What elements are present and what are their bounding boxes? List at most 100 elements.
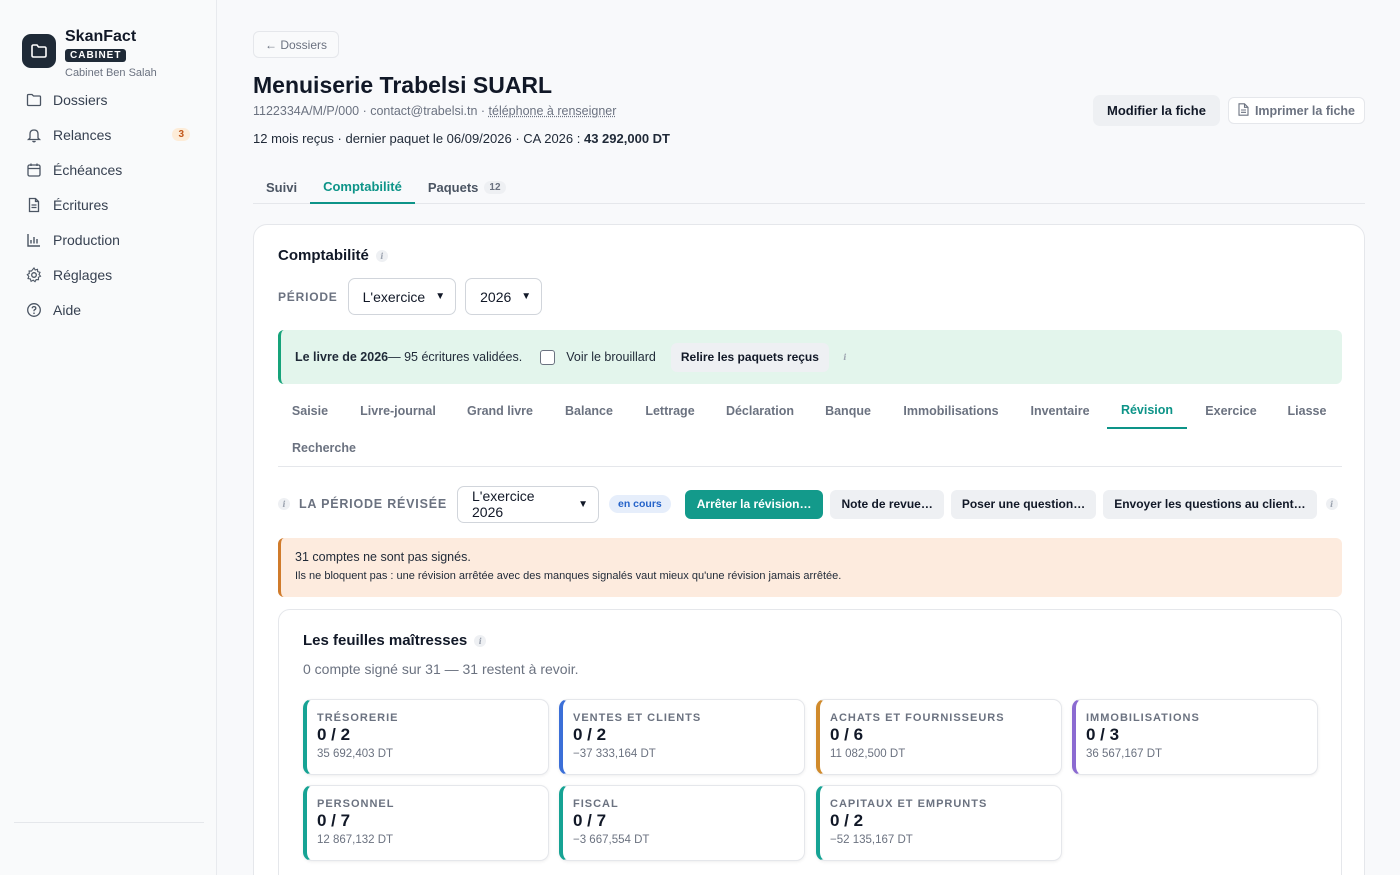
subtab-liasse[interactable]: Liasse xyxy=(1276,393,1338,429)
sidebar-item-label: Échéances xyxy=(53,162,122,178)
info-icon[interactable]: i xyxy=(278,498,290,510)
draft-checkbox-label[interactable]: Voir le brouillard xyxy=(566,350,656,364)
bell-icon xyxy=(25,126,43,144)
client-phone-link[interactable]: téléphone à renseigner xyxy=(489,104,617,118)
sidebar-item-aide[interactable]: Aide xyxy=(12,292,204,327)
summary-text: 12 mois reçus · dernier paquet le 06/09/… xyxy=(253,131,584,146)
account-card-capitaux-emprunts[interactable]: CAPITAUX ET EMPRUNTS 0 / 2 −52 135,167 D… xyxy=(816,785,1062,861)
chevron-down-icon: ▼ xyxy=(435,291,445,302)
revised-period-value: L'exercice 2026 xyxy=(472,488,568,520)
subtab-lettrage[interactable]: Lettrage xyxy=(633,393,707,429)
account-card-tresorerie[interactable]: TRÉSORERIE 0 / 2 35 692,403 DT xyxy=(303,699,549,775)
account-card-amount: 11 082,500 DT xyxy=(830,748,1051,760)
tab-label: Paquets xyxy=(428,180,479,195)
period-select[interactable]: L'exercice ▼ xyxy=(348,278,457,315)
warning-line-2: Ils ne bloquent pas : une révision arrêt… xyxy=(295,570,1328,582)
period-select-value: L'exercice xyxy=(363,289,426,305)
account-card-count: 0 / 6 xyxy=(830,725,1051,745)
comptabilite-card: Comptabilité i PÉRIODE L'exercice ▼ 2026 ▼… xyxy=(253,224,1365,875)
sidebar-item-label: Réglages xyxy=(53,267,112,283)
subtab-balance[interactable]: Balance xyxy=(553,393,625,429)
account-card-count: 0 / 7 xyxy=(317,811,538,831)
sidebar-item-label: Aide xyxy=(53,302,81,318)
banner-bold-text: Le livre de 2026 xyxy=(295,350,388,364)
main-tabs: Suivi Comptabilité Paquets 12 xyxy=(253,170,1365,204)
master-sheets-subtitle: 0 compte signé sur 31 — 31 restent à rev… xyxy=(303,661,578,677)
brand-name: SkanFact xyxy=(65,28,157,45)
account-card-fiscal[interactable]: FISCAL 0 / 7 −3 667,554 DT xyxy=(559,785,805,861)
send-questions-button[interactable]: Envoyer les questions au client… xyxy=(1103,490,1316,519)
subtab-saisie[interactable]: Saisie xyxy=(278,393,342,429)
tab-comptabilite[interactable]: Comptabilité xyxy=(310,170,415,204)
revised-period-select[interactable]: L'exercice 2026 ▼ xyxy=(457,486,599,523)
revision-toolbar: i LA PÉRIODE RÉVISÉE L'exercice 2026 ▼ en… xyxy=(278,485,1338,523)
client-email[interactable]: contact@trabelsi.tn xyxy=(370,104,477,118)
subtab-livre-journal[interactable]: Livre-journal xyxy=(348,393,448,429)
info-icon[interactable]: i xyxy=(1326,498,1338,510)
subtab-grand-livre[interactable]: Grand livre xyxy=(455,393,545,429)
meta-separator: · xyxy=(359,104,370,118)
revised-period-label: LA PÉRIODE RÉVISÉE xyxy=(299,497,447,511)
subtab-recherche[interactable]: Recherche xyxy=(278,430,370,466)
header-actions: Modifier la fiche Imprimer la fiche xyxy=(1093,95,1365,126)
sidebar-item-ecritures[interactable]: Écritures xyxy=(12,187,204,222)
account-card-count: 0 / 3 xyxy=(1086,725,1307,745)
subtab-banque[interactable]: Banque xyxy=(814,393,882,429)
info-icon[interactable]: i xyxy=(839,351,851,363)
edit-sheet-button[interactable]: Modifier la fiche xyxy=(1093,95,1220,126)
account-card-immobilisations[interactable]: IMMOBILISATIONS 0 / 3 36 567,167 DT xyxy=(1072,699,1318,775)
warning-line-1: 31 comptes ne sont pas signés. xyxy=(295,550,1328,564)
comptabilite-title: Comptabilité i xyxy=(278,247,388,264)
subtab-inventaire[interactable]: Inventaire xyxy=(1020,393,1100,429)
account-card-ventes-clients[interactable]: VENTES ET CLIENTS 0 / 2 −37 333,164 DT xyxy=(559,699,805,775)
period-label: PÉRIODE xyxy=(278,290,338,304)
info-icon[interactable]: i xyxy=(376,250,388,262)
sidebar: SkanFact CABINET Cabinet Ben Salah Dossi… xyxy=(0,0,217,875)
account-card-personnel[interactable]: PERSONNEL 0 / 7 12 867,132 DT xyxy=(303,785,549,861)
year-select[interactable]: 2026 ▼ xyxy=(465,278,542,315)
subtab-revision[interactable]: Révision xyxy=(1107,393,1187,429)
client-summary: 12 mois reçus · dernier paquet le 06/09/… xyxy=(253,131,670,146)
banner-text: — 95 écritures validées. xyxy=(388,350,522,364)
ask-question-button[interactable]: Poser une question… xyxy=(951,490,1096,519)
account-card-count: 0 / 7 xyxy=(573,811,794,831)
bar-chart-icon xyxy=(25,231,43,249)
tab-paquets[interactable]: Paquets 12 xyxy=(415,170,519,204)
calendar-icon xyxy=(25,161,43,179)
account-card-amount: −52 135,167 DT xyxy=(830,834,1051,846)
year-select-value: 2026 xyxy=(480,289,511,305)
review-note-button[interactable]: Note de revue… xyxy=(830,490,943,519)
draft-checkbox[interactable] xyxy=(540,350,555,365)
sidebar-item-reglages[interactable]: Réglages xyxy=(12,257,204,292)
tab-suivi[interactable]: Suivi xyxy=(253,170,310,204)
cabinet-name: Cabinet Ben Salah xyxy=(65,67,157,79)
ledger-banner: Le livre de 2026 — 95 écritures validées… xyxy=(278,330,1342,384)
gear-icon xyxy=(25,266,43,284)
relances-count-badge: 3 xyxy=(172,128,190,141)
sidebar-item-dossiers[interactable]: Dossiers xyxy=(12,82,204,117)
paquets-count-badge: 12 xyxy=(484,181,505,194)
account-card-amount: 36 567,167 DT xyxy=(1086,748,1307,760)
print-sheet-button[interactable]: Imprimer la fiche xyxy=(1228,97,1365,124)
client-meta: 1122334A/M/P/000 · contact@trabelsi.tn ·… xyxy=(253,104,616,118)
info-icon[interactable]: i xyxy=(474,635,486,647)
account-card-amount: 12 867,132 DT xyxy=(317,834,538,846)
subtab-immobilisations[interactable]: Immobilisations xyxy=(890,393,1012,429)
chevron-down-icon: ▼ xyxy=(521,291,531,302)
tab-label: Suivi xyxy=(266,180,297,195)
subtab-declaration[interactable]: Déclaration xyxy=(714,393,806,429)
sidebar-item-production[interactable]: Production xyxy=(12,222,204,257)
brand[interactable]: SkanFact CABINET Cabinet Ben Salah xyxy=(22,28,157,79)
stop-revision-button[interactable]: Arrêter la révision… xyxy=(685,490,824,519)
account-card-count: 0 / 2 xyxy=(317,725,538,745)
sidebar-divider xyxy=(14,822,204,823)
sidebar-item-echeances[interactable]: Échéances xyxy=(12,152,204,187)
card-title-text: Comptabilité xyxy=(278,247,369,264)
account-card-name: PERSONNEL xyxy=(317,798,538,810)
account-card-name: ACHATS ET FOURNISSEURS xyxy=(830,712,1051,724)
sidebar-item-relances[interactable]: Relances 3 xyxy=(12,117,204,152)
back-to-dossiers-button[interactable]: ← Dossiers xyxy=(253,31,339,58)
account-card-achats-fournisseurs[interactable]: ACHATS ET FOURNISSEURS 0 / 6 11 082,500 … xyxy=(816,699,1062,775)
reread-packages-button[interactable]: Relire les paquets reçus xyxy=(671,343,829,372)
subtab-exercice[interactable]: Exercice xyxy=(1194,393,1268,429)
